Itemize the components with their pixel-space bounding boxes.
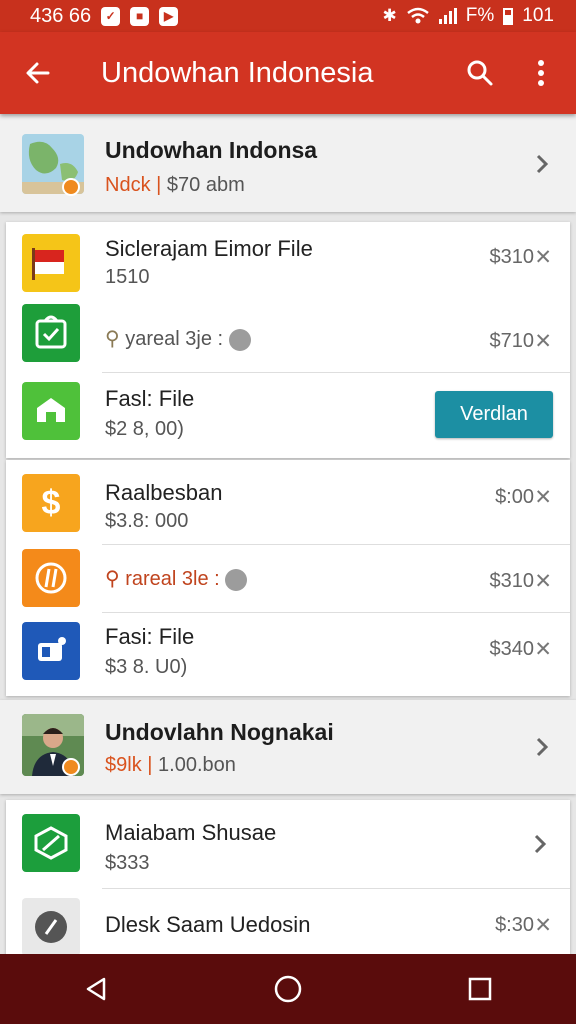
chevron-right-icon[interactable] [530, 152, 554, 176]
signal-icon [438, 8, 457, 24]
list-item[interactable]: $ Raalbesban $3.8: 000 $:00 ✕ [6, 460, 570, 544]
app-card-3: Maiabam Shusae $333 Dlesk Saam Uedosin $… [6, 800, 570, 954]
list-item[interactable]: Fasi: File $3 8. U0) $340 ✕ [6, 612, 570, 696]
badge-icon [62, 178, 80, 196]
list-item-title: Fasl: File [105, 386, 195, 411]
list-item[interactable]: Dlesk Saam Uedosin $:30 ✕ [6, 888, 570, 954]
page-title: Undowhan Indonesia [101, 56, 374, 89]
shield-notification-icon: ✓ [101, 6, 121, 26]
list-item-title: Dlesk Saam Uedosin [105, 912, 311, 937]
header-list-item[interactable]: Undowhan Indonsa Ndck | $70 abm [0, 114, 576, 212]
dismiss-icon[interactable]: ✕ [534, 329, 552, 354]
profile-item-title: Undovlahn Nognakai [105, 719, 334, 745]
price-label: $340 [489, 638, 535, 660]
chevron-right-icon[interactable] [528, 832, 552, 856]
divider [102, 372, 570, 373]
more-vert-icon[interactable] [521, 53, 561, 93]
chevron-right-icon[interactable] [530, 735, 554, 759]
app-card-1: Siclerajam Eimor File 1510 $310 ✕ ⚲ yare… [6, 222, 570, 458]
house-icon [22, 382, 80, 440]
dismiss-icon[interactable]: ✕ [534, 245, 552, 270]
content-list[interactable]: Undowhan Indonsa Ndck | $70 abm Sicleraj… [0, 114, 576, 954]
wifi-icon [407, 7, 429, 24]
profile-list-item[interactable]: Undovlahn Nognakai $9lk | 1.00.bon [0, 700, 576, 794]
price-label: $:30 [495, 914, 534, 936]
circle-slash-icon [22, 549, 80, 607]
header-item-subtitle: Ndck | $70 abm [105, 174, 245, 196]
list-item[interactable]: Siclerajam Eimor File 1510 $310 ✕ [6, 222, 570, 296]
globe-icon [228, 328, 251, 351]
price-label: $310 [489, 246, 535, 268]
search-icon[interactable] [460, 53, 500, 93]
list-item-subtitle: $2 8, 00) [105, 418, 184, 440]
leaf-icon [22, 814, 80, 872]
list-item-title: Raalbesban [105, 480, 223, 505]
list-item[interactable]: ⚲ rareal 3le : $310 ✕ [6, 544, 570, 612]
divider [102, 544, 570, 545]
header-item-title: Undowhan Indonsa [105, 137, 318, 163]
screen-icon [22, 622, 80, 680]
price-label: $:00 [495, 486, 534, 508]
list-item-title: Fasi: File [105, 624, 195, 649]
list-item-title: Siclerajam Eimor File [105, 236, 313, 261]
bluetooth-icon: ✱ [382, 6, 397, 25]
dial-icon [22, 898, 80, 954]
recents-nav-icon[interactable] [450, 959, 510, 1019]
list-item-subtitle: $3.8: 000 [105, 510, 189, 532]
home-nav-icon[interactable] [258, 959, 318, 1019]
list-item[interactable]: Maiabam Shusae $333 [6, 800, 570, 888]
list-item-subtitle: $333 [105, 852, 150, 874]
navigation-bar [0, 954, 576, 1024]
dismiss-icon[interactable]: ✕ [534, 569, 552, 594]
list-item-subtitle: $3 8. U0) [105, 656, 188, 678]
list-item-title: Maiabam Shusae [105, 820, 277, 845]
update-button[interactable]: Verdlan [435, 391, 553, 438]
dismiss-icon[interactable]: ✕ [534, 637, 552, 662]
globe-icon [225, 568, 248, 591]
bag-check-icon [22, 304, 80, 362]
list-item[interactable]: Fasl: File $2 8, 00) Verdlan [6, 372, 570, 458]
back-nav-icon[interactable] [66, 959, 126, 1019]
dismiss-icon[interactable]: ✕ [534, 913, 552, 938]
app-card-2: $ Raalbesban $3.8: 000 $:00 ✕ ⚲ rareal 3… [6, 460, 570, 696]
back-arrow-icon[interactable] [18, 53, 58, 93]
dollar-icon: $ [22, 474, 80, 532]
dismiss-icon[interactable]: ✕ [534, 485, 552, 510]
status-right-time: 101 [522, 5, 554, 26]
price-label: $710 [489, 330, 535, 352]
list-item-title: ⚲ yareal 3je : [105, 326, 251, 351]
divider [102, 888, 570, 889]
flag-icon [22, 234, 80, 292]
price-label: $310 [489, 570, 535, 592]
list-item[interactable]: ⚲ yareal 3je : $710 ✕ [6, 296, 570, 372]
battery-percent: F% [465, 5, 495, 26]
app-bar: Undowhan Indonesia [0, 32, 576, 114]
status-time: 436 66 [30, 4, 92, 27]
profile-item-subtitle: $9lk | 1.00.bon [105, 754, 236, 776]
square-notification-icon: ■ [130, 6, 150, 26]
youtube-notification-icon: ▶ [159, 6, 179, 26]
divider [102, 612, 570, 613]
status-bar: 436 66 ✓ ■ ▶ ✱ F% 101 [0, 0, 576, 32]
badge-icon [62, 758, 80, 776]
list-item-subtitle: 1510 [105, 266, 150, 288]
battery-icon [503, 7, 514, 25]
list-item-title: ⚲ rareal 3le : [105, 566, 248, 591]
